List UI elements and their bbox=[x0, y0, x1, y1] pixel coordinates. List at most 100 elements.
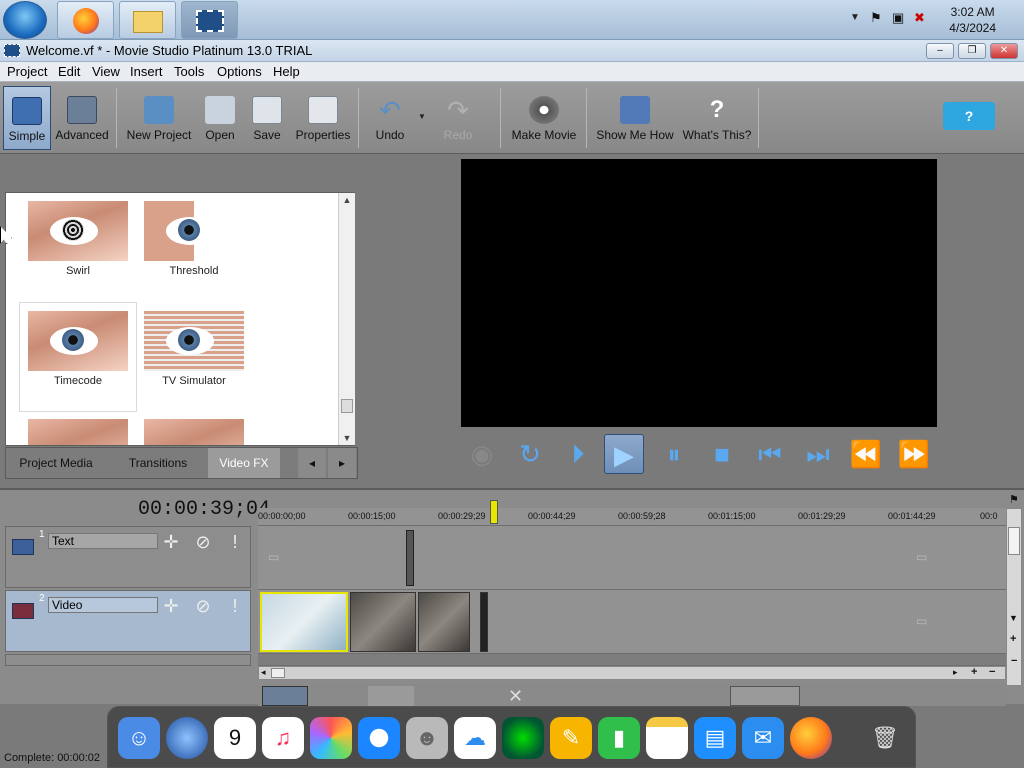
play-icon[interactable]: ▶ bbox=[604, 434, 644, 474]
photos-icon[interactable] bbox=[310, 717, 352, 759]
loop-icon[interactable]: ↻ bbox=[510, 434, 550, 474]
undo-button[interactable]: ↶ Undo bbox=[368, 86, 412, 150]
advanced-button[interactable]: Advanced bbox=[53, 86, 111, 150]
contacts-icon[interactable]: ☻ bbox=[406, 717, 448, 759]
calendar-icon[interactable]: 9 bbox=[214, 717, 256, 759]
music-icon[interactable]: ♫ bbox=[262, 717, 304, 759]
pages-icon[interactable]: ✎ bbox=[550, 717, 592, 759]
finder-icon[interactable]: ☺ bbox=[118, 717, 160, 759]
mail-icon[interactable]: ✉ bbox=[742, 717, 784, 759]
timeline-ruler[interactable]: 00:00:00;00 00:00:15;00 00:00:29;29 00:0… bbox=[258, 500, 1006, 526]
maximize-button[interactable]: ❐ bbox=[958, 43, 986, 59]
safari-icon[interactable] bbox=[358, 717, 400, 759]
stop-icon[interactable]: ■ bbox=[702, 434, 742, 474]
new-project-button[interactable]: New Project bbox=[124, 86, 194, 150]
timeline-vertical-scrollbar[interactable]: ⚑ ▼ + − bbox=[1006, 494, 1022, 686]
menu-view[interactable]: View bbox=[92, 64, 120, 79]
text-track-lane[interactable]: ▭ ▭ bbox=[258, 526, 1006, 590]
scroll-right-icon[interactable]: ▸ bbox=[953, 667, 958, 678]
record-icon[interactable]: ◉ bbox=[462, 434, 502, 474]
solo-track-icon[interactable]: ! bbox=[224, 595, 246, 617]
menu-edit[interactable]: Edit bbox=[58, 64, 80, 79]
text-event-marker[interactable] bbox=[406, 530, 414, 586]
tray-expand-icon[interactable]: ▼ bbox=[850, 12, 860, 23]
notes-icon[interactable] bbox=[646, 717, 688, 759]
zoom-out-icon[interactable]: − bbox=[1011, 655, 1017, 667]
track-motion-icon[interactable]: ✛ bbox=[160, 595, 182, 617]
fx-partial[interactable] bbox=[136, 411, 252, 445]
menu-tools[interactable]: Tools bbox=[174, 64, 204, 79]
save-button[interactable]: Save bbox=[248, 86, 286, 150]
fx-threshold[interactable]: Threshold bbox=[136, 193, 252, 301]
tab-scroll-left-icon[interactable]: ◂ bbox=[298, 448, 326, 478]
mute-track-icon[interactable]: ⊘ bbox=[192, 531, 214, 553]
solo-track-icon[interactable]: ! bbox=[224, 531, 246, 553]
video-clip-selected[interactable] bbox=[260, 592, 348, 652]
tab-transitions[interactable]: Transitions bbox=[110, 448, 206, 478]
taskbar-firefox[interactable] bbox=[57, 1, 114, 39]
scroll-thumb[interactable] bbox=[271, 668, 285, 678]
video-track-lane[interactable]: ▭ bbox=[258, 590, 1006, 654]
track-motion-icon[interactable]: ✛ bbox=[160, 531, 182, 553]
previous-frame-icon[interactable]: ⏪ bbox=[846, 434, 886, 474]
find-my-icon[interactable] bbox=[502, 717, 544, 759]
trash-icon[interactable]: 🗑 bbox=[864, 717, 906, 759]
simple-button[interactable]: Simple bbox=[3, 86, 51, 150]
playhead-marker[interactable] bbox=[490, 500, 498, 524]
volume-muted-icon[interactable]: ✖ bbox=[914, 10, 925, 26]
track-header-text[interactable]: 1 Text ✛ ⊘ ! bbox=[5, 526, 251, 588]
go-to-start-icon[interactable]: ⏮ bbox=[750, 434, 790, 474]
pause-icon[interactable]: ⏸ bbox=[654, 434, 694, 474]
next-frame-icon[interactable]: ⏩ bbox=[894, 434, 934, 474]
make-movie-button[interactable]: Make Movie bbox=[508, 86, 580, 150]
video-clip[interactable] bbox=[418, 592, 470, 652]
numbers-icon[interactable]: ▮ bbox=[598, 717, 640, 759]
taskbar-explorer[interactable] bbox=[119, 1, 176, 39]
open-button[interactable]: Open bbox=[200, 86, 240, 150]
tab-scroll-right-icon[interactable]: ▸ bbox=[328, 448, 356, 478]
fx-partial[interactable] bbox=[20, 411, 136, 445]
start-button[interactable] bbox=[3, 1, 47, 39]
video-clip[interactable] bbox=[350, 592, 416, 652]
tab-video-fx[interactable]: Video FX bbox=[208, 448, 280, 478]
fx-swirl[interactable]: Swirl bbox=[20, 193, 136, 301]
icloud-icon[interactable]: ☁ bbox=[454, 717, 496, 759]
split-tool-icon[interactable] bbox=[368, 686, 414, 706]
properties-button[interactable]: Properties bbox=[294, 86, 352, 150]
fx-tv-simulator[interactable]: TV Simulator bbox=[136, 303, 252, 411]
flag-icon[interactable]: ⚑ bbox=[870, 10, 882, 26]
video-clip-end[interactable] bbox=[480, 592, 488, 652]
audio-track-lane[interactable] bbox=[258, 654, 1006, 666]
menu-insert[interactable]: Insert bbox=[130, 64, 163, 79]
timeline-horizontal-scrollbar[interactable]: ◂ ▸ + − bbox=[258, 666, 1006, 680]
track-header-video[interactable]: 2 Video ✛ ⊘ ! bbox=[5, 590, 251, 652]
trim-tool-icon[interactable] bbox=[730, 686, 800, 706]
keynote-icon[interactable]: ▤ bbox=[694, 717, 736, 759]
taskbar-movie-studio[interactable] bbox=[181, 1, 238, 39]
scroll-thumb[interactable] bbox=[341, 399, 353, 413]
track-name-field[interactable]: Text bbox=[48, 533, 158, 549]
menu-options[interactable]: Options bbox=[217, 64, 262, 79]
delete-tool-icon[interactable]: ✕ bbox=[508, 686, 544, 706]
tab-project-media[interactable]: Project Media bbox=[6, 448, 106, 478]
play-from-start-icon[interactable]: ⏵ bbox=[558, 434, 598, 474]
menu-project[interactable]: Project bbox=[7, 64, 47, 79]
fx-scrollbar[interactable]: ▲ ▼ bbox=[338, 193, 355, 445]
marker-flag-icon[interactable]: ⚑ bbox=[1009, 493, 1019, 506]
go-to-end-icon[interactable]: ⏭ bbox=[798, 434, 838, 474]
menu-help[interactable]: Help bbox=[273, 64, 300, 79]
scroll-up-icon[interactable]: ▲ bbox=[339, 193, 355, 207]
zoom-in-icon[interactable]: + bbox=[971, 666, 977, 678]
scroll-down-icon[interactable]: ▼ bbox=[339, 431, 355, 445]
zoom-out-icon[interactable]: − bbox=[989, 666, 995, 678]
scroll-left-icon[interactable]: ◂ bbox=[261, 667, 266, 678]
zoom-in-icon[interactable]: + bbox=[1010, 633, 1016, 645]
whats-this-button[interactable]: ? What's This? bbox=[682, 86, 752, 150]
track-header-audio[interactable] bbox=[5, 654, 251, 666]
show-me-how-button[interactable]: Show Me How bbox=[594, 86, 676, 150]
help-bubble-button[interactable]: ? bbox=[943, 102, 995, 130]
text-tool-icon[interactable] bbox=[262, 686, 308, 706]
network-icon[interactable]: ▣ bbox=[892, 10, 904, 26]
firefox-icon[interactable] bbox=[790, 717, 832, 759]
clock[interactable]: 3:02 AM 4/3/2024 bbox=[949, 4, 996, 36]
